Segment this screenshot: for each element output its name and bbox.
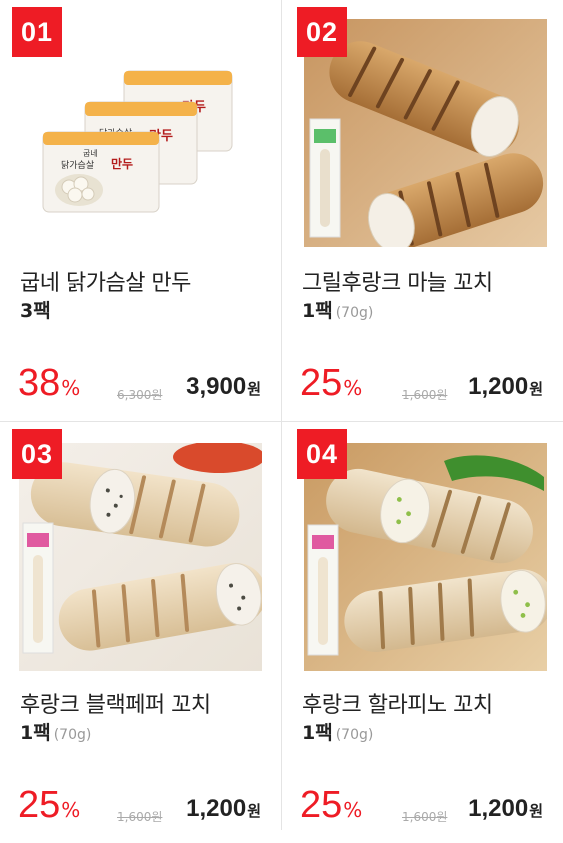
qty-label: 1팩 bbox=[302, 722, 333, 744]
sale-price: 1,200원 bbox=[468, 373, 543, 401]
svg-text:만두: 만두 bbox=[111, 156, 133, 171]
discount-number: 25 bbox=[300, 784, 343, 826]
product-card-1[interactable]: 01 만두 닭가슴살 만두 bbox=[0, 0, 281, 421]
currency-unit: 원 bbox=[247, 802, 261, 820]
product-qty: 3팩 bbox=[20, 296, 51, 323]
percent-sign: % bbox=[61, 798, 81, 822]
product-card-2[interactable]: 02 그릴후랑크 마늘 꼬치 1팩 (70g) 25% 1,600원 1,200… bbox=[282, 0, 563, 421]
discount-number: 38 bbox=[18, 362, 61, 404]
discount-rate: 38% bbox=[18, 362, 80, 405]
product-card-4[interactable]: 04 후랑크 할라피노 꼬치 1팩 (70g) 25% 1,600원 1,200… bbox=[282, 422, 563, 843]
product-grid: 01 만두 닭가슴살 만두 bbox=[0, 0, 563, 830]
discount-number: 25 bbox=[300, 362, 343, 404]
currency-unit: 원 bbox=[247, 380, 261, 398]
rank-badge: 03 bbox=[12, 429, 62, 479]
product-name: 그릴후랑크 마늘 꼬치 bbox=[302, 271, 493, 296]
percent-sign: % bbox=[343, 798, 363, 822]
percent-sign: % bbox=[343, 376, 363, 400]
original-price: 1,600원 bbox=[117, 810, 163, 824]
sale-price-value: 1,200 bbox=[468, 795, 529, 822]
sale-price-value: 1,200 bbox=[468, 373, 529, 400]
sale-price: 1,200원 bbox=[468, 795, 543, 823]
rank-badge: 01 bbox=[12, 7, 62, 57]
product-name: 후랑크 블랙페퍼 꼬치 bbox=[20, 693, 211, 718]
discount-rate: 25% bbox=[300, 784, 362, 827]
sale-price-value: 1,200 bbox=[186, 795, 247, 822]
product-qty: 1팩 (70g) bbox=[302, 718, 373, 745]
product-name: 굽네 닭가슴살 만두 bbox=[20, 271, 191, 296]
sale-price: 3,900원 bbox=[186, 373, 261, 401]
rank-badge: 04 bbox=[297, 429, 347, 479]
sale-price: 1,200원 bbox=[186, 795, 261, 823]
product-name: 후랑크 할라피노 꼬치 bbox=[302, 693, 493, 718]
rank-badge: 02 bbox=[297, 7, 347, 57]
qty-label: 1팩 bbox=[302, 300, 333, 322]
discount-rate: 25% bbox=[300, 362, 362, 405]
weight-label: (70g) bbox=[53, 727, 92, 743]
product-qty: 1팩 (70g) bbox=[302, 296, 373, 323]
percent-sign: % bbox=[61, 376, 81, 400]
qty-label: 1팩 bbox=[20, 722, 51, 744]
original-price: 6,300원 bbox=[117, 388, 163, 402]
svg-text:닭가슴살: 닭가슴살 bbox=[61, 159, 94, 171]
currency-unit: 원 bbox=[529, 802, 543, 820]
original-price: 1,600원 bbox=[402, 388, 448, 402]
currency-unit: 원 bbox=[529, 380, 543, 398]
product-card-3[interactable]: 03 후랑크 블랙페퍼 꼬치 1팩 (70g) 25% 1,600원 1,200… bbox=[0, 422, 281, 843]
discount-number: 25 bbox=[18, 784, 61, 826]
weight-label: (70g) bbox=[335, 305, 374, 321]
discount-rate: 25% bbox=[18, 784, 80, 827]
svg-text:굽네: 굽네 bbox=[83, 149, 98, 158]
sale-price-value: 3,900 bbox=[186, 373, 247, 400]
product-qty: 1팩 (70g) bbox=[20, 718, 91, 745]
weight-label: (70g) bbox=[335, 727, 374, 743]
original-price: 1,600원 bbox=[402, 810, 448, 824]
qty-label: 3팩 bbox=[20, 300, 51, 322]
